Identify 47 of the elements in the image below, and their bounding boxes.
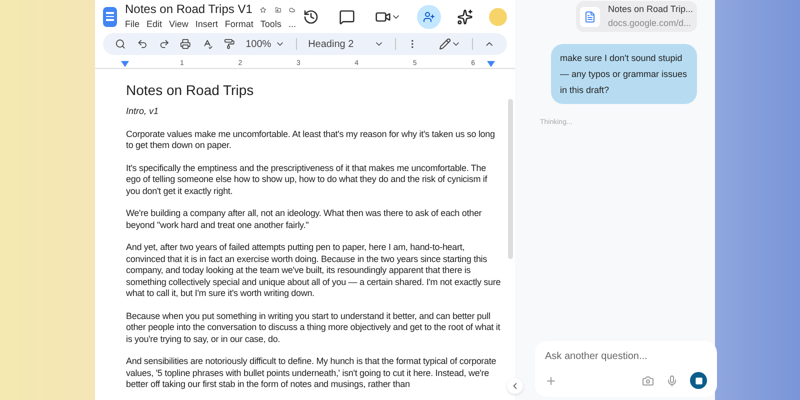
attachment-url: docs.google.com/d... <box>608 16 692 30</box>
search-icon[interactable] <box>115 38 126 50</box>
menu-item[interactable]: Insert <box>195 19 218 30</box>
redo-icon[interactable] <box>158 38 170 50</box>
paragraph: It's specifically the emptiness and the prescriptiveness of it that makes me uncomfortable. The ego of telling someone else how to show up, how to do what they do and the risk of cynicism if you don't get it exactly right. <box>126 162 488 197</box>
document-title[interactable]: Notes on Road Trips V1 <box>125 3 252 16</box>
menu-item[interactable]: View <box>169 19 188 30</box>
style-dropdown[interactable]: Heading 2 <box>308 36 384 52</box>
add-person-icon <box>423 10 435 22</box>
paragraph: Because when you put something in writing you start to understand it better, and can better pull other people into the conversation to discuss a thing more objectively and get to the root of what it is you're trying to say, or in our case, do. <box>126 310 502 345</box>
menu-item[interactable]: Tools <box>260 19 282 30</box>
paragraph: Corporate values make me uncomfortable. At least that's my reason for why it's taken us so long to get them down on paper. <box>126 128 496 152</box>
menu-item[interactable]: Format <box>224 19 254 30</box>
history-icon[interactable] <box>303 8 319 24</box>
camera-icon[interactable] <box>642 374 654 386</box>
zoom-dropdown[interactable]: 100% <box>246 36 286 52</box>
print-icon[interactable] <box>180 38 192 50</box>
comment-icon[interactable] <box>339 8 355 24</box>
plus-icon[interactable] <box>545 374 557 386</box>
attachment-chip[interactable]: Notes on Road Trip... docs.google.com/d... <box>576 1 697 32</box>
pencil-icon[interactable] <box>439 38 452 50</box>
document-icon <box>584 10 596 22</box>
chat-input[interactable]: Ask another question... <box>535 341 717 397</box>
stop-button[interactable] <box>690 372 707 389</box>
paragraph: We're building a company after all, not an ideology. What then was there to ask of each other beyond "work hard and treat one another fairly." <box>126 208 483 231</box>
paint-format-icon[interactable] <box>224 38 235 50</box>
document-subtitle: Intro, v1 <box>126 105 160 118</box>
attachment-title: Notes on Road Trip... <box>608 3 693 16</box>
indent-marker-icon[interactable] <box>487 61 495 67</box>
document-heading: Notes on Road Trips <box>126 81 255 99</box>
share-button[interactable] <box>417 4 441 28</box>
paragraph: And yet, after two years of failed attempts putting pen to paper, here I am, hand-to-heart, convinced that it is in fact an exercise worth doing. Because in the two years since starting this company, and today looking at the team we've built, its resoundingly apparent that there is something collectively special and unique about all of you — a certain shared. I'm not exactly sure what to call it, but I'm sure it's worth writing down. <box>126 242 502 300</box>
microphone-icon[interactable] <box>666 374 678 386</box>
undo-icon[interactable] <box>136 38 148 50</box>
scrollbar[interactable] <box>508 99 513 259</box>
menu-item[interactable]: ... <box>288 19 296 30</box>
collapse-button[interactable] <box>507 378 523 394</box>
spellcheck-icon[interactable] <box>202 38 213 50</box>
stop-icon <box>694 376 702 384</box>
question-field[interactable]: Ask another question... <box>545 349 707 364</box>
menu-item[interactable]: Edit <box>146 19 162 30</box>
paragraph: And sensibilities are notoriously difficult to define. My hunch is that the format typical of corporate values, '5 topline phrases with bullet points underneath,' isn't going to cut it here. Instead, we're better off taking our first stab in the form of notes and musings, rather than <box>126 356 498 390</box>
sparkle-icon[interactable] <box>457 8 473 24</box>
docs-icon[interactable] <box>103 6 117 26</box>
menu-item[interactable]: File <box>125 19 140 30</box>
user-message: make sure I don't sound stupid — any typos or grammar issues in this draft? <box>551 44 697 104</box>
indent-marker-icon[interactable] <box>121 61 129 67</box>
